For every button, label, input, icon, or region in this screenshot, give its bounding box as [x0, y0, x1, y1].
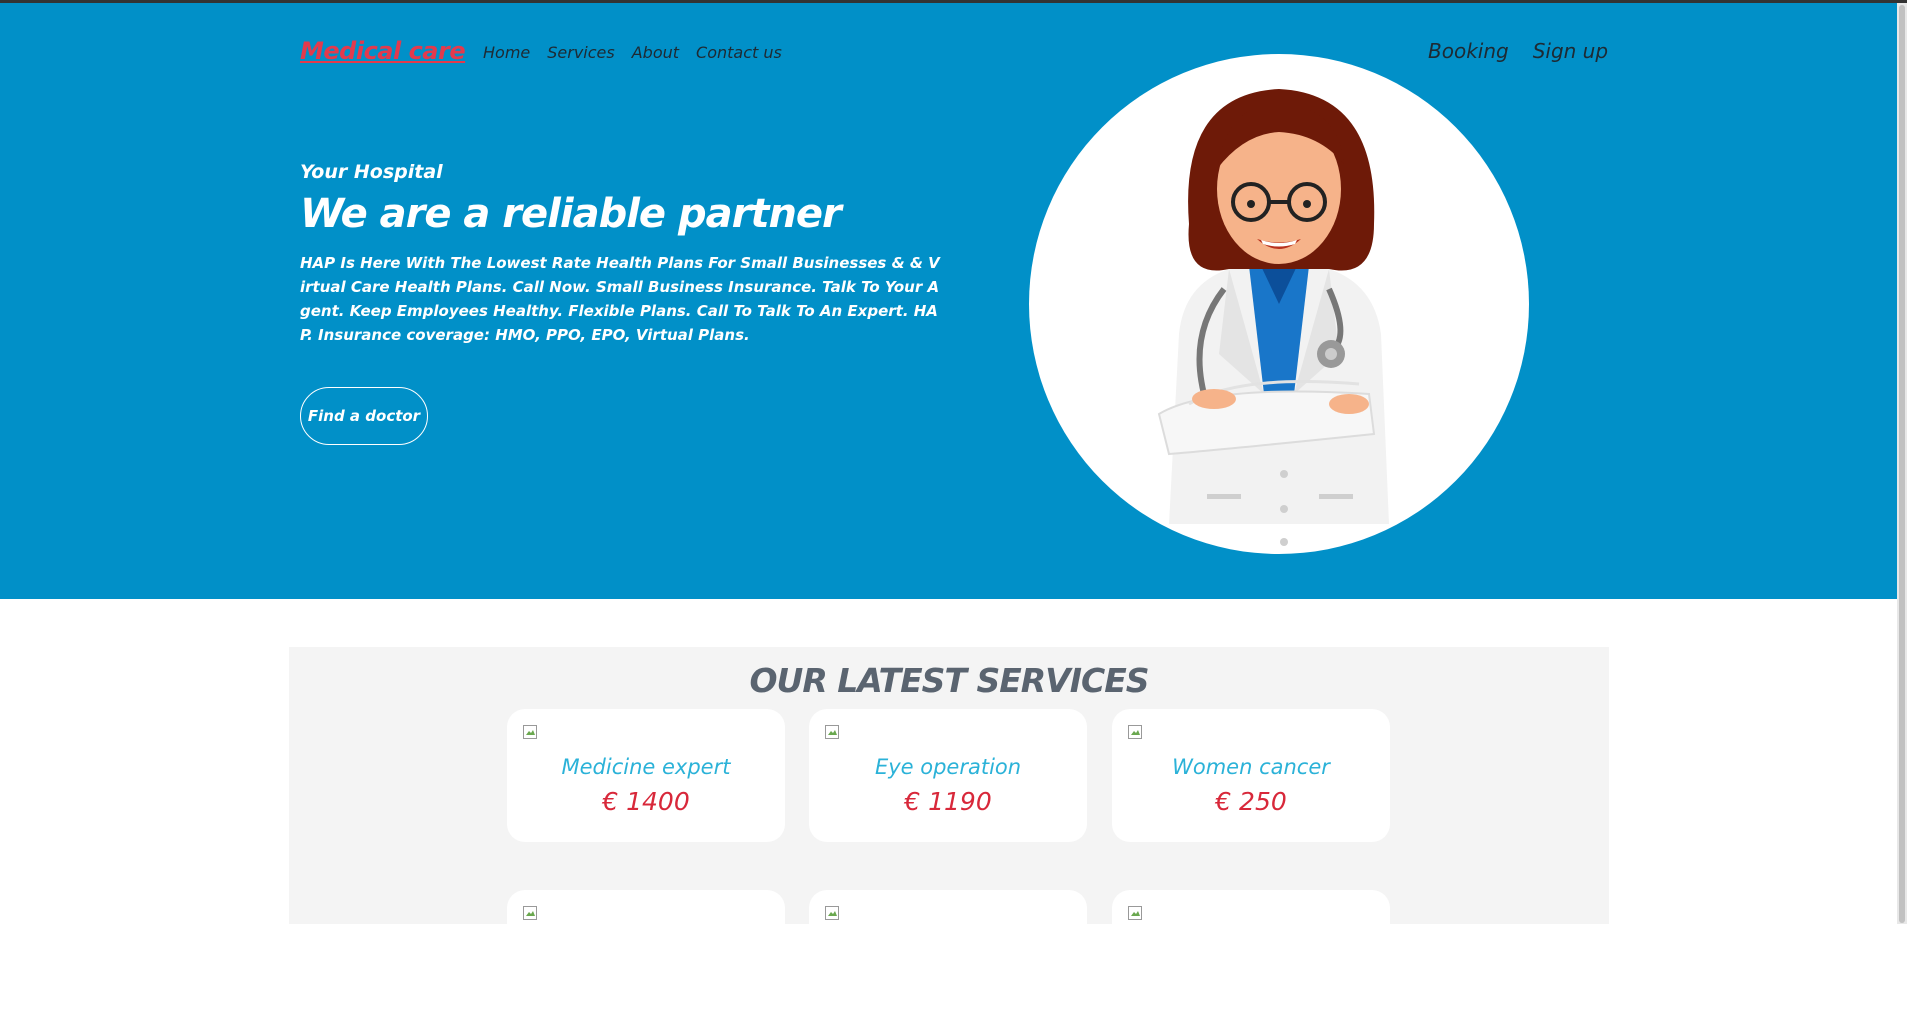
service-card[interactable]: Women cancer € 250	[1112, 709, 1390, 842]
service-name: Women cancer	[1172, 755, 1330, 779]
service-card[interactable]	[1112, 890, 1390, 1023]
service-price: € 1400	[602, 787, 690, 816]
services-section: OUR LATEST SERVICES Medicine expert € 14…	[289, 647, 1609, 1023]
hero-eyebrow: Your Hospital	[300, 161, 443, 183]
scrollbar-thumb[interactable]	[1899, 5, 1905, 923]
service-card[interactable]: Eye operation € 1190	[809, 709, 1087, 842]
broken-image-icon	[1128, 725, 1142, 739]
service-card[interactable]	[507, 890, 785, 1023]
signup-link[interactable]: Sign up	[1533, 39, 1608, 63]
broken-image-icon	[1128, 906, 1142, 920]
find-doctor-button[interactable]: Find a doctor	[300, 387, 428, 445]
account-nav: Booking Sign up	[1428, 39, 1608, 63]
hero-headline: We are a reliable partner	[300, 191, 842, 237]
service-price: € 1190	[904, 787, 992, 816]
page-scrollbar[interactable]	[1897, 3, 1907, 924]
hero-description: HAP Is Here With The Lowest Rate Health …	[300, 254, 940, 344]
services-title: OUR LATEST SERVICES	[749, 661, 1149, 700]
nav-services[interactable]: Services	[547, 43, 614, 62]
booking-link[interactable]: Booking	[1428, 39, 1509, 63]
doctor-icon	[1157, 89, 1389, 546]
service-card[interactable]: Medicine expert € 1400	[507, 709, 785, 842]
nav-about[interactable]: About	[632, 43, 679, 62]
service-name: Medicine expert	[561, 755, 731, 779]
logo-link[interactable]: Medical care	[300, 37, 466, 65]
broken-image-icon	[523, 906, 537, 920]
service-name: Eye operation	[874, 755, 1022, 779]
service-price: € 250	[1215, 787, 1287, 816]
hero-section: Medical care Home Services About Contact…	[0, 3, 1897, 599]
nav-home[interactable]: Home	[483, 43, 530, 62]
doctor-illustration	[1029, 54, 1529, 554]
broken-image-icon	[825, 725, 839, 739]
broken-image-icon	[523, 725, 537, 739]
nav-contact[interactable]: Contact us	[696, 43, 782, 62]
broken-image-icon	[825, 906, 839, 920]
service-card[interactable]	[809, 890, 1087, 1023]
main-nav: Home Services About Contact us	[483, 43, 782, 62]
